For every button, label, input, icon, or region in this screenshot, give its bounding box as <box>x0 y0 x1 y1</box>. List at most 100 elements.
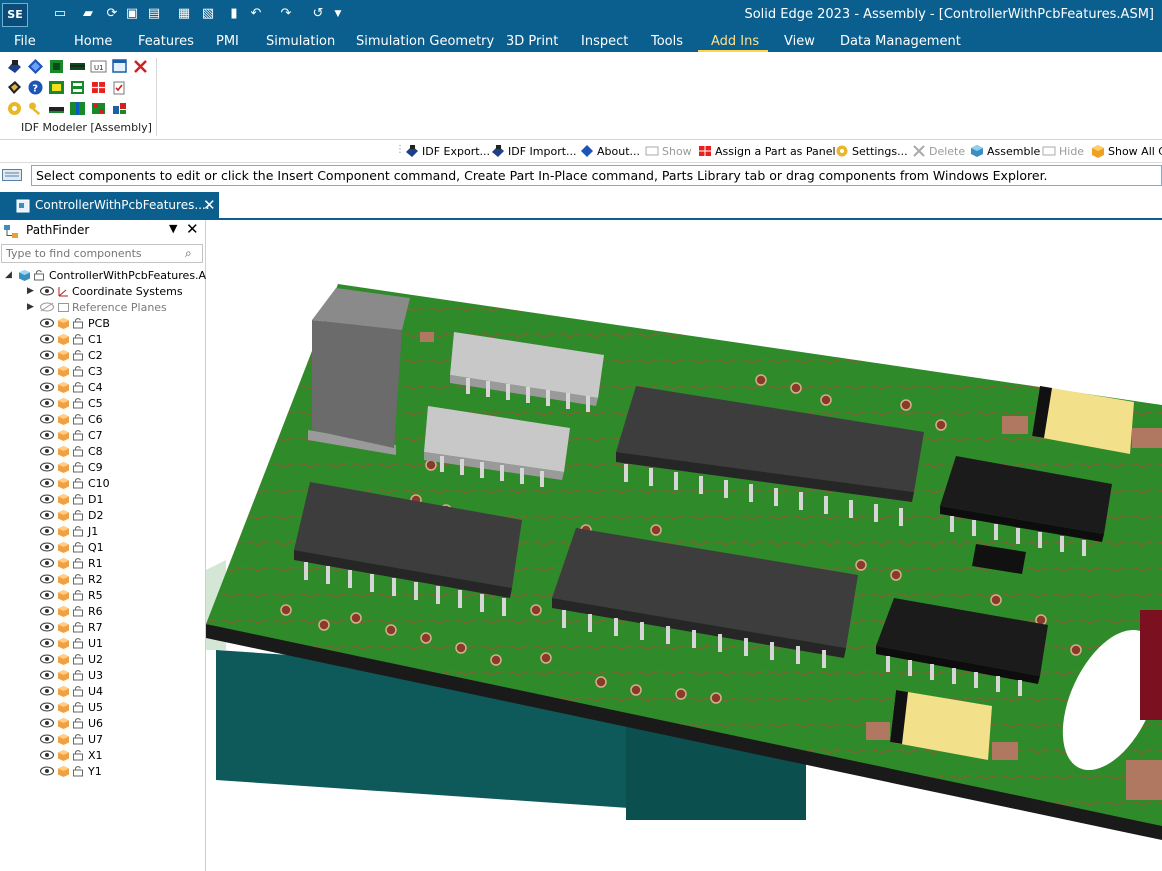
tab-data-management[interactable]: Data Management <box>840 34 961 49</box>
parts-icon[interactable] <box>111 100 128 117</box>
visibility-eye-icon[interactable] <box>40 446 54 456</box>
close-icon[interactable]: ✕ <box>203 196 216 214</box>
settings-gear-icon[interactable] <box>6 100 23 117</box>
visibility-eye-icon[interactable] <box>40 750 54 760</box>
visibility-eye-icon[interactable] <box>40 286 54 296</box>
hidden-eye-icon[interactable] <box>40 302 54 312</box>
tree-row-part[interactable]: D1 <box>40 491 103 507</box>
visibility-eye-icon[interactable] <box>40 414 54 424</box>
tree-row-part[interactable]: C7 <box>40 427 103 443</box>
visibility-eye-icon[interactable] <box>40 318 54 328</box>
tree-row-part[interactable]: C1 <box>40 331 103 347</box>
placement-icon[interactable] <box>90 100 107 117</box>
expand-icon[interactable]: ▶ <box>27 286 37 296</box>
visibility-eye-icon[interactable] <box>40 494 54 504</box>
close-icon[interactable]: ✕ <box>186 220 199 238</box>
visibility-eye-icon[interactable] <box>40 702 54 712</box>
visibility-eye-icon[interactable] <box>40 510 54 520</box>
visibility-eye-icon[interactable] <box>40 590 54 600</box>
new-file-icon[interactable]: ▭ <box>52 5 68 23</box>
visibility-eye-icon[interactable] <box>40 766 54 776</box>
tree-row-part[interactable]: C9 <box>40 459 103 475</box>
tab-simulation[interactable]: Simulation <box>266 34 335 49</box>
tree-row-part[interactable]: C4 <box>40 379 103 395</box>
tree-row-part[interactable]: PCB <box>40 315 110 331</box>
delete-button[interactable]: Delete <box>912 144 965 158</box>
visibility-eye-icon[interactable] <box>40 526 54 536</box>
flip-board-icon[interactable] <box>6 79 23 96</box>
idf-export-icon[interactable] <box>6 58 23 75</box>
visibility-eye-icon[interactable] <box>40 366 54 376</box>
visibility-eye-icon[interactable] <box>40 462 54 472</box>
visibility-eye-icon[interactable] <box>40 654 54 664</box>
redo-icon[interactable]: ↷ <box>278 5 294 23</box>
settings-button[interactable]: Settings... <box>835 144 908 158</box>
tree-row-part[interactable]: D2 <box>40 507 103 523</box>
visibility-eye-icon[interactable] <box>40 574 54 584</box>
tab-view[interactable]: View <box>784 34 815 49</box>
idf-import-icon[interactable] <box>27 58 44 75</box>
expand-icon[interactable]: ▶ <box>27 302 37 312</box>
grid-icon[interactable] <box>90 79 107 96</box>
tab-3d-print[interactable]: 3D Print <box>506 34 558 49</box>
visibility-eye-icon[interactable] <box>40 638 54 648</box>
visibility-eye-icon[interactable] <box>40 622 54 632</box>
tree-row-part[interactable]: R7 <box>40 619 103 635</box>
tree-row-part[interactable]: R2 <box>40 571 103 587</box>
tree-row-part[interactable]: U2 <box>40 651 103 667</box>
idf-import-button[interactable]: IDF Import... <box>491 144 577 158</box>
tree-row-part[interactable]: Q1 <box>40 539 104 555</box>
tree-row-part[interactable]: J1 <box>40 523 98 539</box>
grip-handle[interactable]: ⋮ <box>395 144 405 155</box>
visibility-eye-icon[interactable] <box>40 478 54 488</box>
help-icon[interactable]: ? <box>27 79 44 96</box>
visibility-eye-icon[interactable] <box>40 350 54 360</box>
search-input[interactable] <box>1 244 203 263</box>
tree-row-part[interactable]: Y1 <box>40 763 102 779</box>
graphics-viewport[interactable] <box>206 220 1162 871</box>
pcb-3d-model[interactable] <box>206 220 1162 871</box>
visibility-eye-icon[interactable] <box>40 734 54 744</box>
save-as-icon[interactable]: ▤ <box>146 5 162 23</box>
visibility-eye-icon[interactable] <box>40 686 54 696</box>
document-tab[interactable]: ControllerWithPcbFeatures.... ✕ <box>0 192 219 220</box>
tree-row-part[interactable]: R1 <box>40 555 103 571</box>
tree-row-part[interactable]: C5 <box>40 395 103 411</box>
tree-row-part[interactable]: C6 <box>40 411 103 427</box>
tab-add-ins[interactable]: Add Ins <box>711 34 759 49</box>
tree-row-part[interactable]: U4 <box>40 683 103 699</box>
layers-icon[interactable] <box>69 79 86 96</box>
open-folder-icon[interactable]: ▰ <box>80 5 96 23</box>
app-logo[interactable]: SE <box>2 3 28 27</box>
idf-export-button[interactable]: IDF Export... <box>405 144 490 158</box>
connector-icon[interactable] <box>48 100 65 117</box>
tree-row-part[interactable]: C3 <box>40 363 103 379</box>
tab-home[interactable]: Home <box>74 34 112 49</box>
open-icon[interactable]: ⟳ <box>104 5 120 23</box>
close-icon[interactable] <box>132 58 149 75</box>
component-icon[interactable] <box>69 58 86 75</box>
tree-row-part[interactable]: C10 <box>40 475 110 491</box>
undo-icon[interactable]: ↶ <box>248 5 264 23</box>
tree-row-part[interactable]: R6 <box>40 603 103 619</box>
tree-row-reference-planes[interactable]: ▶ Reference Planes <box>27 299 167 315</box>
tab-features[interactable]: Features <box>138 34 194 49</box>
clipboard-icon[interactable]: ▮ <box>226 5 242 23</box>
tree-row-root[interactable]: ◢ ControllerWithPcbFeatures.A <box>5 267 206 283</box>
repeat-icon[interactable]: ↺ <box>310 5 326 23</box>
visibility-eye-icon[interactable] <box>40 558 54 568</box>
tab-file[interactable]: File <box>14 34 36 49</box>
visibility-eye-icon[interactable] <box>40 382 54 392</box>
tree-row-part[interactable]: X1 <box>40 747 103 763</box>
visibility-eye-icon[interactable] <box>40 670 54 680</box>
assemble-button[interactable]: Assemble <box>970 144 1040 158</box>
visibility-eye-icon[interactable] <box>40 718 54 728</box>
tab-inspect[interactable]: Inspect <box>581 34 628 49</box>
tree-row-part[interactable]: U1 <box>40 635 103 651</box>
tree-row-part[interactable]: C8 <box>40 443 103 459</box>
tree-row-part[interactable]: U6 <box>40 715 103 731</box>
visibility-eye-icon[interactable] <box>40 606 54 616</box>
tab-pmi[interactable]: PMI <box>216 34 239 49</box>
assign-part-as-panel-button[interactable]: Assign a Part as Panel <box>698 144 836 158</box>
print-icon[interactable]: ▧ <box>200 5 216 23</box>
